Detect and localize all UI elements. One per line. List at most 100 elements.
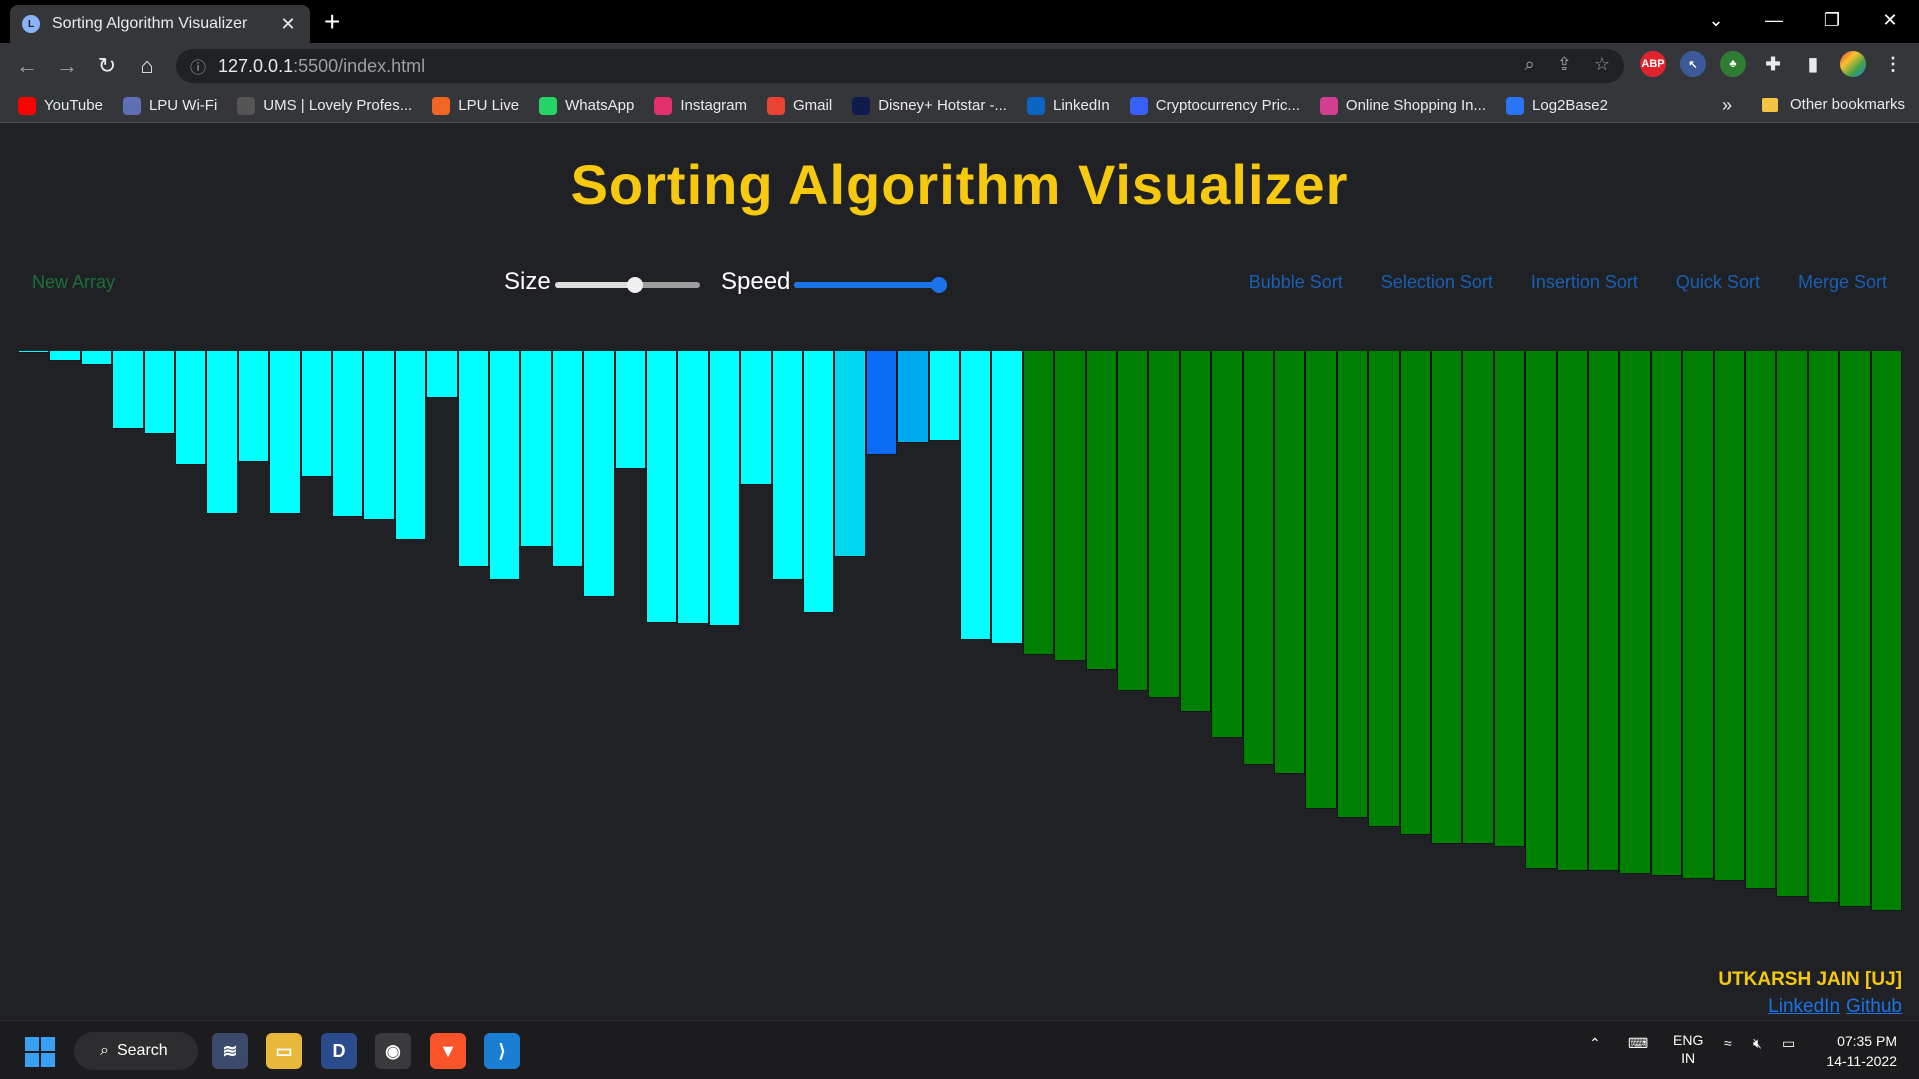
bookmark-item[interactable]: YouTube: [18, 96, 103, 115]
bookmark-favicon-icon: [1506, 96, 1525, 115]
array-bar: [426, 351, 458, 398]
address-bar[interactable]: ⓘ 127.0.0.1:5500/index.html ⌕ ⇪ ☆: [176, 49, 1624, 83]
cursor-extension-icon[interactable]: ↖: [1680, 51, 1706, 77]
tab-favicon-icon: L: [22, 15, 40, 33]
bookmark-item[interactable]: Gmail: [767, 96, 833, 115]
bookmark-item[interactable]: UMS | Lovely Profes...: [237, 96, 412, 115]
array-bar: [112, 351, 144, 429]
extensions-icon[interactable]: ✚: [1760, 51, 1786, 77]
window-close-icon[interactable]: ✕: [1861, 0, 1919, 40]
selection-sort-button[interactable]: Selection Sort: [1381, 272, 1493, 293]
size-slider[interactable]: [555, 277, 700, 293]
insertion-sort-button[interactable]: Insertion Sort: [1531, 272, 1638, 293]
bookmark-label: Gmail: [793, 97, 833, 114]
bookmark-label: Cryptocurrency Pric...: [1155, 97, 1300, 114]
bookmark-label: Log2Base2: [1532, 97, 1608, 114]
bookmark-label: LinkedIn: [1052, 97, 1110, 114]
array-bar: [363, 351, 395, 520]
array-bar: [300, 351, 332, 477]
tab-search-icon[interactable]: ⌄: [1687, 0, 1745, 40]
restore-icon[interactable]: ❐: [1803, 0, 1861, 40]
array-bar: [1085, 351, 1117, 670]
taskbar-search[interactable]: ⌕ Search: [74, 1032, 198, 1070]
github-link[interactable]: Github: [1846, 996, 1902, 1018]
tab-sorting-visualizer[interactable]: L Sorting Algorithm Visualizer ✕: [10, 5, 310, 43]
bookmark-item[interactable]: LPU Live: [432, 96, 520, 115]
bookmark-item[interactable]: Disney+ Hotstar -...: [852, 96, 1007, 115]
wifi-icon[interactable]: ≈: [1724, 1035, 1732, 1051]
folder-icon: [1762, 97, 1778, 112]
bookmark-item[interactable]: Instagram: [654, 96, 747, 115]
clock[interactable]: 07:35 PM 14-11-2022: [1826, 1031, 1897, 1071]
forward-icon[interactable]: →: [52, 51, 82, 81]
array-bar: [1588, 351, 1620, 871]
array-bar: [991, 351, 1023, 644]
array-bar: [1242, 351, 1274, 765]
other-bookmarks[interactable]: Other bookmarks: [1762, 96, 1905, 113]
profile-avatar[interactable]: [1840, 51, 1866, 77]
brave-icon[interactable]: ▼: [430, 1033, 466, 1069]
speed-slider[interactable]: [794, 277, 947, 293]
browser-tab-strip: L Sorting Algorithm Visualizer ✕ + ⌄ — ❐…: [0, 0, 1919, 43]
widgets-icon[interactable]: ≋: [212, 1033, 248, 1069]
side-panel-icon[interactable]: ▮: [1800, 51, 1826, 77]
array-bar: [49, 351, 81, 361]
bookmark-item[interactable]: Cryptocurrency Pric...: [1129, 96, 1300, 115]
close-icon[interactable]: ✕: [278, 14, 298, 35]
size-label: Size: [504, 268, 551, 295]
bookmark-favicon-icon: [1026, 96, 1045, 115]
array-bar: [520, 351, 552, 547]
merge-sort-button[interactable]: Merge Sort: [1798, 272, 1887, 293]
bookmark-label: YouTube: [44, 97, 103, 114]
bookmark-label: LPU Live: [458, 97, 520, 114]
dell-app-icon[interactable]: D: [321, 1033, 357, 1069]
zoom-icon[interactable]: ⌕: [1525, 54, 1535, 75]
array-bar: [1431, 351, 1463, 844]
chrome-icon[interactable]: ◉: [375, 1033, 411, 1069]
home-icon[interactable]: ⌂: [132, 51, 162, 81]
back-icon[interactable]: ←: [12, 51, 42, 81]
bookmark-item[interactable]: LinkedIn: [1026, 96, 1110, 115]
bubble-sort-button[interactable]: Bubble Sort: [1249, 272, 1343, 293]
linkedin-link[interactable]: LinkedIn: [1768, 996, 1840, 1018]
tray-overflow-icon[interactable]: ⌃: [1589, 1035, 1601, 1052]
file-explorer-icon[interactable]: ▭: [266, 1033, 302, 1069]
reload-icon[interactable]: ↻: [92, 51, 122, 81]
keyboard-icon[interactable]: ⌨: [1628, 1035, 1648, 1052]
battery-icon[interactable]: ▭: [1782, 1035, 1795, 1052]
footer-links: LinkedIn Github: [1768, 996, 1902, 1018]
array-bar: [708, 351, 741, 626]
array-bar: [646, 351, 678, 623]
minimize-icon[interactable]: —: [1745, 0, 1803, 40]
size-slider-thumb[interactable]: [626, 277, 643, 293]
vscode-icon[interactable]: ⟩: [484, 1033, 520, 1069]
speed-slider-thumb[interactable]: [931, 277, 947, 293]
windows-start-icon[interactable]: [25, 1037, 55, 1067]
array-bar: [771, 351, 803, 580]
new-tab-icon[interactable]: +: [324, 8, 340, 36]
quick-sort-button[interactable]: Quick Sort: [1676, 272, 1760, 293]
new-array-button[interactable]: New Array: [32, 272, 115, 293]
other-bookmarks-label: Other bookmarks: [1790, 96, 1906, 113]
array-bar: [1870, 351, 1902, 911]
bookmarks-overflow-icon[interactable]: »: [1722, 95, 1732, 116]
array-bar: [1368, 351, 1400, 827]
adblock-extension-icon[interactable]: ABP: [1640, 51, 1666, 77]
array-bar: [1807, 351, 1840, 903]
bookmark-item[interactable]: WhatsApp: [539, 96, 634, 115]
menu-icon[interactable]: ⋮: [1880, 51, 1906, 77]
tree-extension-icon[interactable]: ♣: [1720, 51, 1746, 77]
volume-muted-icon[interactable]: 🔇︎: [1753, 1035, 1762, 1052]
bookmark-item[interactable]: Log2Base2: [1506, 96, 1608, 115]
array-bar: [1054, 351, 1086, 661]
bookmark-star-icon[interactable]: ☆: [1594, 54, 1610, 75]
array-bar: [1713, 351, 1745, 881]
site-info-icon[interactable]: ⓘ: [190, 54, 206, 78]
bookmark-item[interactable]: Online Shopping In...: [1319, 96, 1486, 115]
share-icon[interactable]: ⇪: [1557, 54, 1572, 75]
bookmark-item[interactable]: LPU Wi-Fi: [122, 96, 218, 115]
lang-primary: ENG: [1673, 1032, 1704, 1048]
bookmark-label: LPU Wi-Fi: [148, 97, 218, 114]
array-bar: [1117, 351, 1149, 691]
language-indicator[interactable]: ENG IN: [1673, 1031, 1703, 1067]
